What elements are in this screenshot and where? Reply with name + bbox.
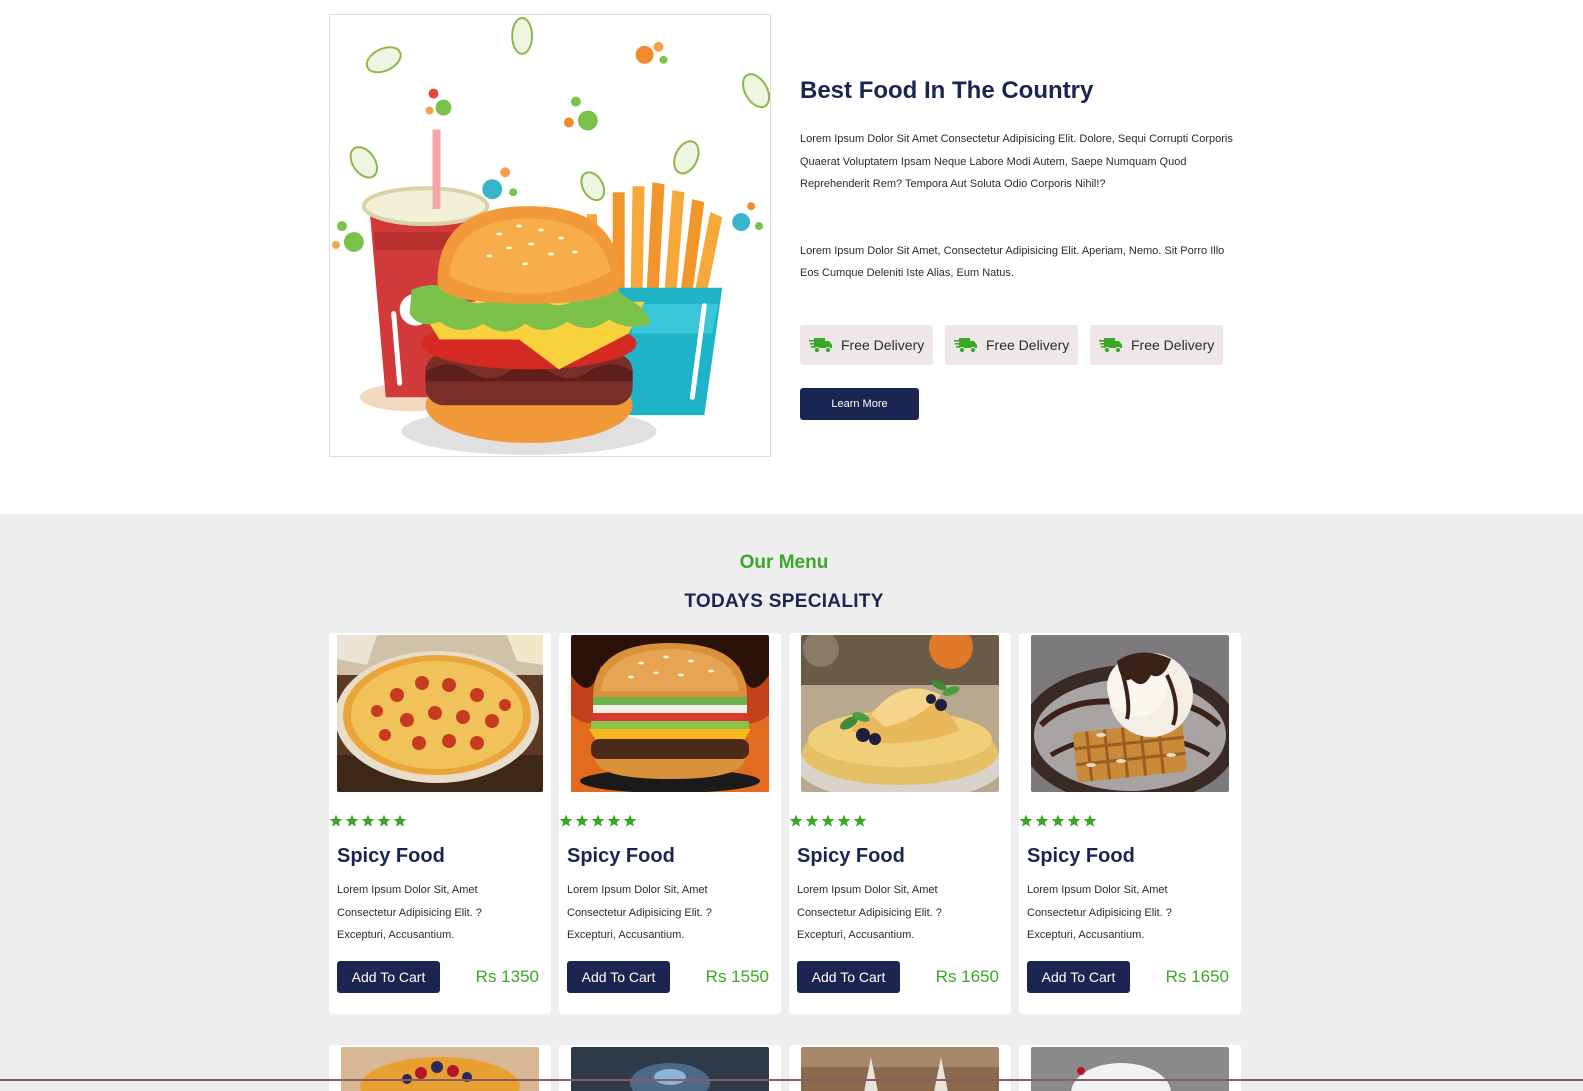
star-icon (1083, 814, 1097, 827)
star-icon (329, 814, 343, 827)
card-title: Spicy Food (337, 845, 445, 867)
star-icon (591, 814, 605, 827)
page-bottom-border (0, 1079, 1583, 1081)
menu-card: Spicy Food Lorem Ipsum Dolor Sit, Amet C… (1019, 633, 1241, 1014)
card-title: Spicy Food (567, 845, 675, 867)
price: Rs 1650 (1165, 967, 1229, 986)
about-paragraph: Lorem Ipsum Dolor Sit Amet, Consectetur … (800, 244, 1225, 280)
learn-more-button[interactable]: Learn More (800, 388, 919, 420)
feature-label: Free Delivery (986, 337, 1070, 353)
menu-card (789, 1045, 1011, 1091)
waffle-ice-cream-image (1031, 635, 1229, 792)
card-description: Lorem Ipsum Dolor Sit, Amet Consectetur … (1027, 884, 1172, 941)
menu-card (1019, 1045, 1241, 1091)
star-icon (1051, 814, 1065, 827)
features-row: Free Delivery Free Delivery Free Deliver… (800, 325, 1223, 365)
star-icon (607, 814, 621, 827)
rating-stars (1019, 814, 1097, 828)
star-icon (623, 814, 637, 827)
star-icon (345, 814, 359, 827)
dessert-image (571, 1047, 769, 1091)
menu-title: TODAYS SPECIALITY (684, 591, 884, 612)
star-icon (821, 814, 835, 827)
card-description: Lorem Ipsum Dolor Sit, Amet Consectetur … (567, 884, 712, 941)
price: Rs 1650 (935, 967, 999, 986)
add-to-cart-button[interactable]: Add To Cart (337, 961, 440, 993)
star-icon (1019, 814, 1033, 827)
star-icon (575, 814, 589, 827)
star-icon (1035, 814, 1049, 827)
star-icon (393, 814, 407, 827)
star-icon (1067, 814, 1081, 827)
menu-card (329, 1045, 551, 1091)
about-title: Best Food In The Country (800, 77, 1094, 104)
bowl-image (1031, 1047, 1229, 1091)
star-icon (377, 814, 391, 827)
pizza-image (337, 635, 543, 792)
delivery-truck-icon (1099, 338, 1122, 354)
card-description: Lorem Ipsum Dolor Sit, Amet Consectetur … (797, 884, 942, 941)
about-text-block: Best Food In The Country Lorem Ipsum Dol… (800, 74, 1240, 285)
rating-stars (559, 814, 637, 828)
feature-label: Free Delivery (841, 337, 925, 353)
price: Rs 1550 (705, 967, 769, 986)
burger-image (571, 635, 769, 792)
star-icon (789, 814, 803, 827)
delivery-truck-icon (809, 338, 832, 354)
menu-card: Spicy Food Lorem Ipsum Dolor Sit, Amet C… (789, 633, 1011, 1014)
feature-badge: Free Delivery (1090, 325, 1223, 365)
delivery-truck-icon (954, 338, 977, 354)
star-icon (853, 814, 867, 827)
menu-card: Spicy Food Lorem Ipsum Dolor Sit, Amet C… (329, 633, 551, 1014)
add-to-cart-button[interactable]: Add To Cart (567, 961, 670, 993)
rating-stars (789, 814, 867, 828)
card-title: Spicy Food (1027, 845, 1135, 867)
feature-label: Free Delivery (1131, 337, 1215, 353)
price: Rs 1350 (475, 967, 539, 986)
menu-card: Spicy Food Lorem Ipsum Dolor Sit, Amet C… (559, 633, 781, 1014)
add-to-cart-button[interactable]: Add To Cart (1027, 961, 1130, 993)
fast-food-illustration (329, 14, 771, 457)
star-icon (559, 814, 573, 827)
fruit-tart-image (341, 1047, 539, 1091)
star-icon (837, 814, 851, 827)
crepes-image (801, 635, 999, 792)
about-section: Best Food In The Country Lorem Ipsum Dol… (0, 0, 1583, 514)
star-icon (805, 814, 819, 827)
feature-badge: Free Delivery (800, 325, 933, 365)
star-icon (361, 814, 375, 827)
card-description: Lorem Ipsum Dolor Sit, Amet Consectetur … (337, 884, 482, 941)
card-title: Spicy Food (797, 845, 905, 867)
add-to-cart-button[interactable]: Add To Cart (797, 961, 900, 993)
about-paragraph: Lorem Ipsum Dolor Sit Amet Consectetur A… (800, 133, 1233, 190)
menu-subtitle: Our Menu (739, 552, 829, 573)
menu-card (559, 1045, 781, 1091)
feature-badge: Free Delivery (945, 325, 1078, 365)
drink-image (801, 1047, 999, 1091)
rating-stars (329, 814, 407, 828)
menu-section: Our Menu TODAYS SPECIALITY Spicy Food Lo… (0, 514, 1583, 1091)
